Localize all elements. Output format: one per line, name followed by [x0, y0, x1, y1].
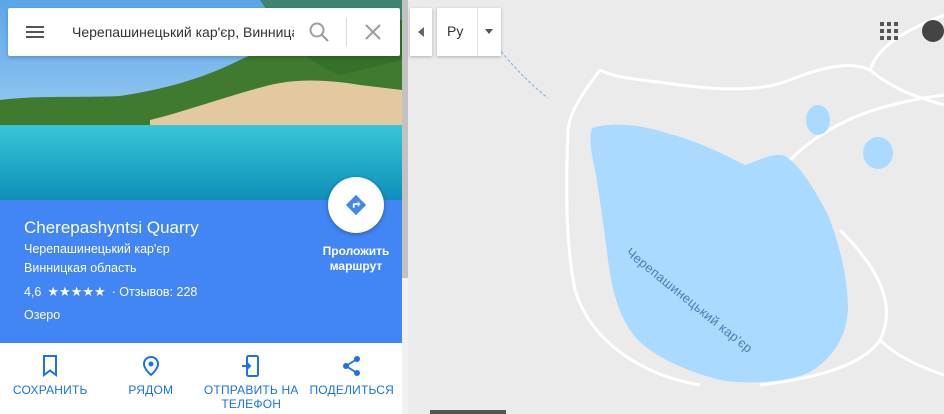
directions-icon — [345, 194, 367, 216]
menu-icon[interactable] — [26, 23, 46, 41]
search-input[interactable]: Черепашинецький кар'єр, Винница — [72, 24, 294, 40]
place-region: Винницкая область — [24, 261, 137, 275]
bookmark-icon — [43, 355, 58, 377]
share-icon — [342, 356, 360, 376]
reviews-link[interactable]: · Отзывов: 228 — [112, 285, 198, 299]
share-button[interactable]: ПОДЕЛИТЬСЯ — [302, 343, 403, 414]
language-divider — [477, 8, 478, 56]
send-to-phone-icon — [242, 355, 260, 377]
save-button[interactable]: СОХРАНИТЬ — [0, 343, 101, 414]
save-label: СОХРАНИТЬ — [12, 383, 88, 397]
language-value: Ру — [447, 23, 464, 39]
share-label: ПОДЕЛИТЬСЯ — [309, 383, 395, 397]
nearby-label: РЯДОМ — [128, 383, 174, 397]
maps-app: Черепашинецький кар'єр Cherepashyntsi Qu… — [0, 0, 944, 414]
search-box: Черепашинецький кар'єр, Винница — [8, 8, 400, 56]
close-icon[interactable] — [362, 21, 384, 43]
directions-label[interactable]: Проложить маршрут — [316, 244, 396, 274]
directions-button[interactable] — [328, 177, 384, 233]
rating-value: 4,6 — [24, 285, 42, 299]
send-to-phone-label: ОТПРАВИТЬ НА ТЕЛЕФОН — [203, 383, 299, 411]
directions-label-line1: Проложить — [322, 244, 390, 258]
place-panel: Cherepashyntsi Quarry Черепашинецький ка… — [0, 0, 402, 414]
place-category[interactable]: Озеро — [24, 308, 60, 322]
rating-stars-icon: ★★★★★ — [47, 284, 106, 299]
notifications-bell-icon[interactable] — [922, 20, 944, 42]
apps-grid-icon[interactable] — [880, 22, 898, 40]
nearby-pin-icon — [142, 355, 159, 377]
send-to-phone-button[interactable]: ОТПРАВИТЬ НА ТЕЛЕФОН — [201, 343, 302, 414]
collapse-panel-button[interactable] — [410, 8, 432, 56]
action-bar: СОХРАНИТЬ РЯДОМ ОТПРАВИТЬ НА ТЕЛЕФОН ПОД… — [0, 343, 402, 414]
scrollbar-thumb[interactable] — [402, 0, 408, 278]
imagery-thumbnail[interactable] — [430, 410, 506, 414]
chevron-down-icon[interactable] — [485, 29, 493, 34]
place-title: Cherepashyntsi Quarry — [24, 218, 199, 237]
nearby-button[interactable]: РЯДОМ — [101, 343, 202, 414]
place-local-name: Черепашинецький кар'єр — [24, 242, 170, 256]
search-icon[interactable] — [308, 21, 330, 43]
place-rating: 4,6 ★★★★★ · Отзывов: 228 — [24, 284, 197, 300]
language-select[interactable]: Ру — [437, 8, 501, 56]
directions-label-line2: маршрут — [329, 259, 383, 273]
panel-scrollbar[interactable] — [402, 0, 408, 414]
collapse-arrow-icon — [418, 27, 424, 37]
search-divider — [346, 18, 347, 46]
